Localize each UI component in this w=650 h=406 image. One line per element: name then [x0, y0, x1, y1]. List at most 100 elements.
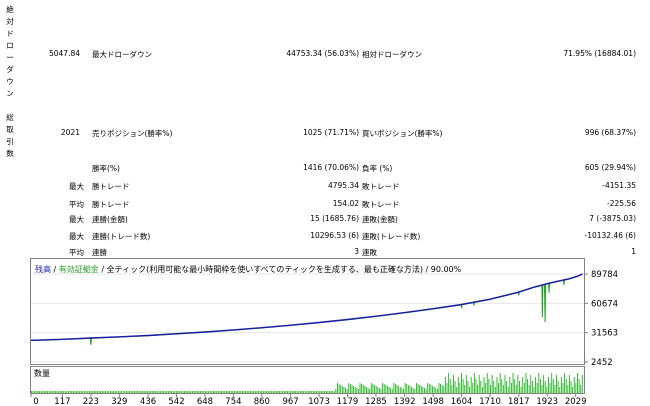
volume-bar — [448, 373, 450, 393]
volume-bar — [367, 388, 369, 393]
buy-positions-value: 996 (68.37%) — [584, 128, 636, 137]
volume-bar — [388, 387, 390, 393]
volume-bar — [444, 377, 446, 393]
volume-bar — [258, 391, 260, 393]
volume-bar — [267, 391, 269, 393]
volume-bar — [185, 391, 187, 393]
volume-bar — [282, 391, 284, 393]
volume-bar — [71, 391, 73, 393]
volume-bar — [485, 383, 487, 393]
volume-bar — [486, 373, 488, 393]
volume-bar — [72, 391, 74, 393]
volume-bar — [301, 391, 303, 393]
volume-bar — [143, 391, 145, 393]
volume-bar — [69, 391, 71, 393]
volume-bar — [436, 389, 438, 393]
volume-bar — [204, 391, 206, 393]
volume-bar — [433, 387, 435, 393]
volume-bar — [328, 391, 330, 393]
volume-bar — [390, 388, 392, 393]
volume-bar — [491, 375, 493, 393]
stats-label: 連勝(金額) — [92, 215, 128, 224]
volume-bar — [369, 389, 371, 393]
volume-bar — [502, 385, 504, 393]
volume-bar — [122, 391, 124, 393]
volume-bar — [359, 383, 361, 393]
volume-bar — [40, 391, 42, 393]
volume-bar — [77, 391, 79, 393]
volume-bar — [219, 391, 221, 393]
volume-bar — [169, 391, 171, 393]
max-drawdown-value: 44753.34 (56.03%) — [286, 49, 359, 58]
volume-bar — [530, 375, 532, 393]
y-axis-ticks: 89784 60674 31563 2452 — [584, 270, 618, 368]
volume-bar — [377, 387, 379, 393]
x-tick-label: 1923 — [536, 397, 558, 406]
volume-bar — [317, 391, 319, 393]
volume-bar — [510, 383, 512, 393]
volume-bar — [517, 375, 519, 393]
volume-bar — [129, 391, 131, 393]
volume-bar — [391, 389, 393, 393]
volume-bar — [64, 391, 66, 393]
volume-bar — [380, 389, 382, 393]
volume-bar — [452, 375, 454, 393]
volume-bar — [523, 383, 525, 393]
stats-label-2: 連敗(トレード数) — [362, 232, 421, 241]
volume-bar — [432, 386, 433, 393]
volume-bar — [298, 391, 300, 393]
volume-bar — [509, 377, 511, 393]
volume-bar — [428, 384, 430, 393]
volume-bar — [311, 391, 313, 393]
volume-bar — [266, 391, 268, 393]
volume-bar — [538, 373, 540, 393]
volume-bar — [401, 388, 403, 393]
volume-bar — [506, 381, 508, 393]
x-tick-label: 436 — [140, 397, 156, 406]
volume-bar — [372, 384, 374, 393]
volume-bar — [399, 387, 401, 393]
equity-legend: 有効証拠金 — [59, 264, 99, 274]
x-tick-label: 1817 — [508, 397, 530, 406]
volume-bar — [61, 391, 63, 393]
volume-bar — [465, 375, 467, 393]
stats-label: 勝トレード — [92, 200, 130, 209]
volume-bar — [233, 391, 235, 393]
volume-bar — [88, 391, 90, 393]
volume-bar — [264, 391, 266, 393]
volume-bar — [153, 391, 155, 393]
volume-bar — [209, 391, 211, 393]
x-tick-label: 1073 — [308, 397, 330, 406]
volume-bar — [126, 391, 127, 393]
volume-bar — [473, 373, 475, 393]
volume-bar — [198, 391, 200, 393]
volume-bar — [382, 383, 384, 393]
volume-bar — [269, 391, 271, 393]
volume-bar — [425, 389, 427, 393]
stats-label-2: 連敗(金額) — [362, 215, 398, 224]
volume-bar — [415, 383, 417, 393]
volume-bar — [414, 389, 416, 393]
volume-bar — [546, 387, 548, 393]
volume-bar — [109, 391, 111, 393]
volume-bar — [238, 391, 240, 393]
volume-bar — [364, 386, 366, 393]
volume-bar — [493, 381, 495, 393]
volume-bar — [475, 379, 477, 393]
volume-bar — [32, 391, 34, 393]
volume-bar — [567, 385, 569, 393]
volume-bar — [395, 384, 396, 393]
volume-bar — [184, 391, 185, 393]
volume-bar — [50, 391, 52, 393]
volume-bar — [156, 391, 158, 393]
volume-bar — [229, 391, 231, 393]
volume-bar — [427, 383, 429, 393]
volume-bar — [512, 373, 514, 393]
volume-bar — [245, 391, 247, 393]
volume-bar — [251, 391, 253, 393]
volume-bar — [101, 391, 103, 393]
volume-bar — [155, 391, 156, 393]
volume-bar — [277, 391, 279, 393]
volume-bar — [562, 383, 564, 393]
volume-bar — [554, 385, 556, 393]
